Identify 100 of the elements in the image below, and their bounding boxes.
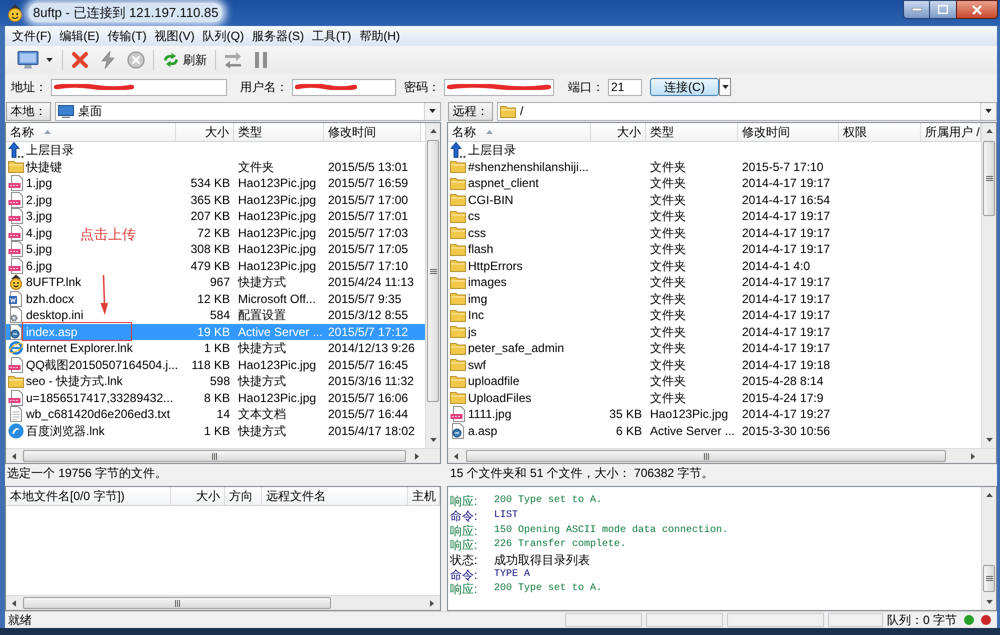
column-header[interactable]: 方向 — [225, 487, 262, 505]
file-name: 3.jpg — [26, 210, 52, 222]
password-field[interactable] — [444, 78, 554, 96]
dropdown-button[interactable] — [980, 102, 996, 120]
local-site-button[interactable]: 本地： — [6, 102, 51, 120]
grip-icon — [704, 452, 708, 460]
column-header[interactable]: 修改时间 — [324, 123, 421, 141]
triangle-right-icon — [971, 452, 975, 460]
address-field[interactable] — [51, 78, 227, 96]
path-dropdown[interactable]: 桌面 — [55, 102, 441, 120]
log-label: 命令: — [450, 510, 478, 522]
folder-icon — [450, 193, 466, 206]
log-label: 响应: — [450, 495, 478, 508]
close-button[interactable] — [956, 0, 998, 19]
horizontal-scrollbar[interactable] — [448, 448, 981, 463]
scrollbar-thumb[interactable] — [23, 450, 406, 462]
file-name: a.asp — [468, 424, 498, 437]
file-date: 2015/4/17 18:02 — [328, 424, 415, 437]
file-size: 8 KB — [204, 392, 230, 404]
column-header[interactable]: 类型 — [646, 123, 738, 141]
column-header[interactable]: 权限 — [839, 123, 921, 141]
menu-item[interactable]: 工具(T) — [308, 30, 356, 42]
menu-item[interactable]: 文件(F) — [8, 30, 56, 42]
folder-icon — [450, 242, 466, 256]
column-header[interactable]: 大小 — [171, 487, 225, 505]
vertical-scrollbar[interactable] — [981, 123, 996, 448]
maximize-button[interactable] — [930, 0, 956, 19]
port-field[interactable]: 21 — [608, 78, 642, 96]
menu-item[interactable]: 队列(Q) — [198, 30, 248, 42]
file-date: 2015/3/16 11:32 — [328, 375, 414, 388]
column-header[interactable]: 名称 — [448, 123, 591, 141]
file-size: 1 KB — [204, 424, 230, 437]
redaction-scribble — [295, 84, 357, 90]
folder-icon — [450, 342, 466, 355]
file-type: 文件夹 — [650, 392, 686, 404]
scrollbar-thumb[interactable] — [983, 141, 995, 216]
dropdown-button[interactable] — [424, 102, 440, 120]
grip-icon — [430, 268, 436, 274]
file-date: 2014-4-17 16:54 — [742, 194, 830, 206]
column-header[interactable]: 所属用户 / — [921, 123, 981, 141]
folder-icon — [8, 160, 24, 174]
scrollbar-thumb[interactable] — [23, 597, 331, 609]
column-header[interactable]: 名称 — [6, 123, 176, 141]
file-date: 2014-4-17 19:17 — [742, 326, 830, 338]
settings-file-icon — [8, 307, 24, 324]
vertical-scrollbar[interactable] — [425, 123, 440, 448]
triangle-down-icon — [986, 600, 992, 604]
menu-item[interactable]: 帮助(H) — [355, 30, 404, 42]
connect-menu-button[interactable] — [719, 78, 731, 96]
file-type: Active Server ... — [650, 424, 735, 437]
username-field[interactable] — [292, 78, 396, 96]
file-name: QQ截图20150507164504.j... — [26, 358, 178, 371]
triangle-down-icon — [429, 109, 436, 113]
menu-item[interactable]: 传输(T) — [103, 30, 151, 42]
refresh-icon — [162, 52, 180, 68]
refresh-button[interactable]: 刷新 — [159, 48, 210, 72]
column-header[interactable]: 大小 — [591, 123, 646, 141]
menu-item[interactable]: 服务器(S) — [248, 30, 308, 42]
menu-item[interactable]: 编辑(E) — [55, 30, 104, 42]
column-header[interactable]: 主机 — [408, 487, 440, 505]
triangle-up-icon — [986, 129, 992, 133]
horizontal-scrollbar[interactable] — [6, 595, 440, 610]
file-name: seo - 快捷方式.lnk — [26, 375, 123, 388]
file-size: 534 KB — [190, 177, 230, 190]
file-date: 2014-4-17 19:17 — [742, 177, 830, 190]
file-date: 2015/5/7 16:44 — [328, 408, 408, 420]
connect-button[interactable]: 连接(C) — [650, 78, 719, 96]
path-dropdown[interactable]: / — [497, 102, 997, 120]
log-message: 成功取得目录列表 — [494, 554, 590, 566]
file-name: cs — [468, 210, 480, 222]
minimize-button[interactable] — [903, 0, 930, 19]
column-header[interactable]: 类型 — [234, 123, 324, 141]
scrollbar-thumb[interactable] — [427, 140, 439, 402]
menu-item[interactable]: 视图(V) — [150, 30, 199, 42]
file-date: 2015/5/7 9:35 — [328, 292, 402, 305]
remote-site-button[interactable]: 远程： — [448, 102, 493, 120]
column-header[interactable]: 大小 — [176, 123, 234, 141]
horizontal-scrollbar[interactable] — [6, 448, 425, 463]
file-size: 584 — [210, 309, 230, 322]
file-date: 2015/5/7 16:45 — [328, 358, 408, 371]
scrollbar-thumb[interactable] — [466, 450, 946, 462]
cross-icon — [71, 51, 89, 69]
file-name: Internet Explorer.lnk — [26, 342, 133, 354]
log-message: 226 Transfer complete. — [494, 540, 626, 550]
scrollbar-thumb[interactable] — [983, 565, 995, 592]
round-logo-icon — [8, 340, 24, 356]
folder-icon — [450, 276, 466, 289]
file-type: Microsoft Off... — [238, 292, 316, 305]
column-header[interactable]: 本地文件名[0/0 字节]) — [6, 487, 171, 505]
grip-icon — [174, 600, 180, 606]
column-header[interactable]: 修改时间 — [738, 123, 839, 141]
vertical-scrollbar[interactable] — [981, 487, 996, 610]
column-header[interactable]: 远程文件名 — [262, 487, 408, 505]
scrollbar-corner — [425, 448, 440, 463]
log-message: TYPE A — [494, 570, 530, 580]
file-name: 4.jpg — [26, 226, 52, 239]
file-name: UploadFiles — [468, 392, 532, 404]
script-file-icon — [8, 324, 24, 340]
swap-arrows-icon — [224, 51, 242, 69]
caret-icon — [46, 58, 53, 62]
